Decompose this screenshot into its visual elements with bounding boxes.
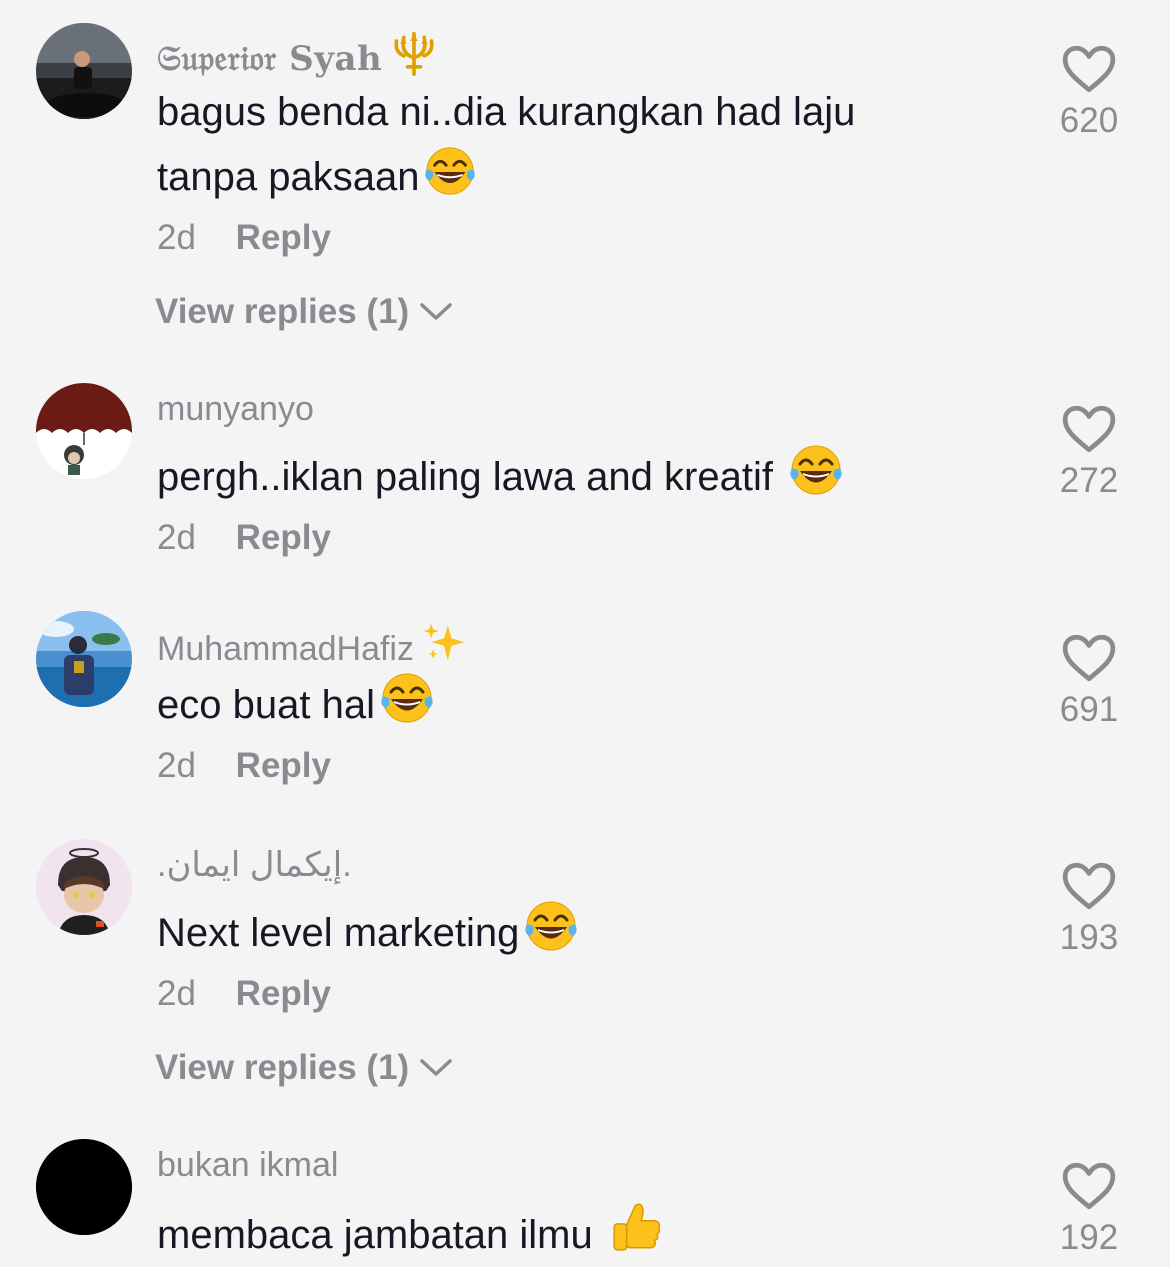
username[interactable]: bukan ikmal bbox=[157, 1148, 338, 1182]
comment-time: 2d bbox=[157, 746, 196, 785]
like-count: 691 bbox=[1059, 690, 1119, 729]
username[interactable]: MuhammadHafiz bbox=[157, 630, 414, 668]
view-replies-label: View replies (1) bbox=[155, 1048, 410, 1087]
like-count: 192 bbox=[1059, 1218, 1119, 1257]
heart-icon bbox=[1062, 1162, 1116, 1210]
view-replies-button[interactable]: View replies (1) bbox=[155, 294, 453, 329]
reply-button[interactable]: Reply bbox=[236, 518, 331, 557]
like-count: 193 bbox=[1059, 918, 1119, 957]
comment-text: pergh..iklan paling lawa and kreatif bbox=[157, 455, 773, 499]
laughing-tears-emoji bbox=[423, 144, 477, 198]
heart-icon bbox=[1062, 862, 1116, 910]
comment-text: membaca jambatan ilmu bbox=[157, 1213, 593, 1257]
laughing-tears-emoji bbox=[523, 898, 579, 954]
view-replies-label: View replies (1) bbox=[155, 292, 410, 331]
like-button[interactable]: 620 bbox=[1044, 45, 1134, 138]
like-button[interactable]: 193 bbox=[1044, 862, 1134, 955]
like-count: 620 bbox=[1059, 101, 1119, 140]
username[interactable]: 𝔖𝔲𝔭𝔢𝔯𝔦𝔬𝔯 Syah bbox=[157, 39, 382, 79]
laughing-tears-emoji bbox=[788, 442, 844, 498]
like-button[interactable]: 691 bbox=[1044, 634, 1134, 727]
thumbs-up-emoji bbox=[608, 1198, 666, 1256]
avatar[interactable] bbox=[36, 23, 132, 119]
comment-time: 2d bbox=[157, 974, 196, 1013]
comment-text: Next level marketing bbox=[157, 911, 520, 955]
sparkles-icon bbox=[422, 620, 468, 666]
laughing-tears-emoji bbox=[379, 670, 435, 726]
like-count: 272 bbox=[1059, 461, 1119, 500]
avatar[interactable] bbox=[36, 383, 132, 479]
reply-button[interactable]: Reply bbox=[236, 746, 331, 785]
avatar[interactable] bbox=[36, 839, 132, 935]
reply-button[interactable]: Reply bbox=[236, 218, 331, 257]
comment-text: eco buat hal bbox=[157, 683, 375, 727]
view-replies-button[interactable]: View replies (1) bbox=[155, 1050, 453, 1085]
username[interactable]: munyanyo bbox=[157, 392, 314, 426]
chevron-down-icon bbox=[419, 1058, 453, 1078]
comment-time: 2d bbox=[157, 518, 196, 557]
avatar[interactable] bbox=[36, 1139, 132, 1235]
heart-icon bbox=[1062, 45, 1116, 93]
like-button[interactable]: 272 bbox=[1044, 405, 1134, 498]
like-button[interactable]: 192 bbox=[1044, 1162, 1134, 1255]
chevron-down-icon bbox=[419, 302, 453, 322]
heart-icon bbox=[1062, 405, 1116, 453]
comment-time: 2d bbox=[157, 218, 196, 257]
heart-icon bbox=[1062, 634, 1116, 682]
trident-icon bbox=[390, 30, 438, 76]
reply-button[interactable]: Reply bbox=[236, 974, 331, 1013]
comment-text: bagus benda ni..dia kurangkan had laju t… bbox=[157, 90, 856, 199]
username[interactable]: .إيكمال ايمان. bbox=[157, 848, 352, 882]
avatar[interactable] bbox=[36, 611, 132, 707]
